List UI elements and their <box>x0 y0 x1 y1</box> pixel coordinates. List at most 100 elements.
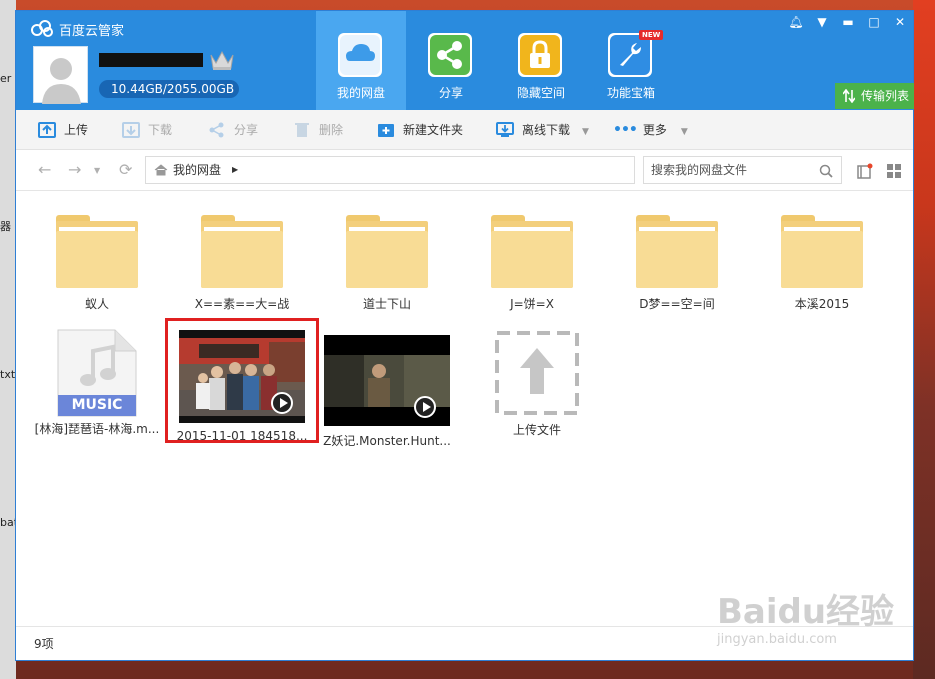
breadcrumb-arrow-icon[interactable]: ▶ <box>232 157 238 183</box>
delete-button[interactable]: 删除 <box>293 110 343 150</box>
maximize-icon[interactable]: □ <box>861 11 887 33</box>
lock-icon <box>518 33 562 77</box>
play-icon[interactable] <box>414 396 436 418</box>
watermark-subtext: jingyan.baidu.com <box>717 632 837 647</box>
home-icon <box>154 164 168 176</box>
item-name: [林海]琵琶语-林海.m... <box>34 422 160 436</box>
tab-label: 隐藏空间 <box>516 86 565 100</box>
music-file-item[interactable]: MUSIC [林海]琵琶语-林海.m... <box>27 329 167 437</box>
more-dots-icon: ••• <box>613 122 638 138</box>
search-input[interactable]: 搜索我的网盘文件 <box>643 156 842 184</box>
desktop-label: txt <box>0 368 16 381</box>
item-name: 上传文件 <box>512 423 561 437</box>
download-icon <box>122 121 140 138</box>
tab-label: 我的网盘 <box>336 86 385 100</box>
dropdown-caret-icon[interactable]: ▼ <box>582 127 589 137</box>
refresh-icon[interactable]: ⟳ <box>119 160 132 179</box>
folder-item[interactable]: X==素==大=战 <box>172 215 312 312</box>
tab-share[interactable]: 分享 <box>406 11 496 110</box>
item-name: X==素==大=战 <box>194 297 290 311</box>
close-icon[interactable]: ✕ <box>887 11 913 33</box>
menu-dropdown-icon[interactable]: ▼ <box>809 11 835 33</box>
baidu-cloud-logo-icon <box>31 20 53 37</box>
desktop-label: bat <box>0 516 16 529</box>
app-window: 百度云管家 10.44GB/2055.00GB 我的网盘 分享 隐藏空间 NEW… <box>15 10 914 661</box>
play-icon[interactable] <box>271 392 293 414</box>
item-name: 道士下山 <box>362 297 411 311</box>
forward-arrow-icon[interactable]: → <box>68 160 81 179</box>
transfer-list-button[interactable]: 传输列表 <box>835 83 914 109</box>
item-count: 9项 <box>34 637 54 651</box>
item-name: 2015-11-01 184518... <box>176 429 308 443</box>
folder-icon <box>781 215 863 288</box>
transfer-list-label: 传输列表 <box>861 89 910 103</box>
list-view-icon[interactable] <box>857 163 873 179</box>
video-thumbnail <box>324 335 450 426</box>
share-button[interactable]: 分享 <box>208 110 258 150</box>
folder-item[interactable]: J=饼=X <box>462 215 602 312</box>
folder-item[interactable]: 道士下山 <box>317 215 457 312</box>
download-label: 下载 <box>148 123 173 137</box>
new-badge: NEW <box>639 30 664 40</box>
item-name: 本溪2015 <box>794 297 850 311</box>
username-redacted <box>99 53 203 67</box>
folder-item[interactable]: 本溪2015 <box>752 215 892 312</box>
tab-my-drive[interactable]: 我的网盘 <box>316 11 406 110</box>
upload-icon <box>38 121 56 138</box>
video-thumbnail <box>179 330 305 423</box>
new-folder-label: 新建文件夹 <box>403 123 464 137</box>
minimize-icon[interactable]: ▬ <box>835 11 861 33</box>
file-grid: 蚁人 X==素==大=战 道士下山 J=饼=X D梦==空=间 本溪2015 M… <box>16 192 913 626</box>
app-title: 百度云管家 <box>59 24 125 39</box>
tab-hidden-space[interactable]: 隐藏空间 <box>496 11 586 110</box>
desktop-edge-right <box>913 0 935 679</box>
delete-label: 删除 <box>319 123 344 137</box>
tab-label: 分享 <box>438 86 463 100</box>
back-arrow-icon[interactable]: ← <box>38 160 51 179</box>
baidu-jingyan-watermark: Baidu经验 jingyan.baidu.com <box>715 570 895 660</box>
more-label: 更多 <box>642 123 667 137</box>
music-file-icon: MUSIC <box>57 329 137 417</box>
folder-icon <box>201 215 283 288</box>
item-name: 蚁人 <box>84 297 109 311</box>
offline-download-button[interactable]: 离线下载 ▼ <box>496 110 589 150</box>
item-name: D梦==空=间 <box>639 297 715 311</box>
share-icon <box>428 33 472 77</box>
item-name: J=饼=X <box>510 297 554 311</box>
desktop-label: 器 <box>0 220 11 233</box>
new-folder-icon <box>378 123 394 137</box>
history-dropdown-icon[interactable]: ▼ <box>94 166 100 175</box>
upload-file-item[interactable]: 上传文件 <box>467 330 607 438</box>
video-file-item[interactable]: Z妖记.Monster.Hunt... <box>317 335 457 449</box>
avatar[interactable] <box>33 46 88 104</box>
address-bar: ← → ▼ ⟳ 我的网盘 ▶ 搜索我的网盘文件 <box>16 151 913 191</box>
folder-item[interactable]: D梦==空=间 <box>607 215 747 312</box>
tab-label: 功能宝箱 <box>606 86 655 100</box>
download-button[interactable]: 下载 <box>122 110 172 150</box>
window-controls: 🔔︎ ▼ ▬ □ ✕ <box>783 11 913 33</box>
breadcrumb[interactable]: 我的网盘 ▶ <box>145 156 635 184</box>
desktop-edge-left: er 器 txt bat <box>0 0 16 679</box>
folder-icon <box>636 215 718 288</box>
user-silhouette-icon <box>42 58 81 104</box>
upload-button[interactable]: 上传 <box>38 110 88 150</box>
title-bar: 百度云管家 10.44GB/2055.00GB 我的网盘 分享 隐藏空间 NEW… <box>16 11 914 110</box>
share-small-icon <box>209 122 224 137</box>
new-folder-button[interactable]: 新建文件夹 <box>377 110 463 150</box>
upload-label: 上传 <box>64 123 89 137</box>
cloud-drive-icon <box>338 33 382 77</box>
search-icon[interactable] <box>819 164 833 178</box>
grid-view-icon[interactable] <box>886 163 902 179</box>
breadcrumb-current[interactable]: 我的网盘 <box>173 157 221 183</box>
notification-bell-icon[interactable]: 🔔︎ <box>783 11 809 33</box>
more-button[interactable]: ••• 更多 ▼ <box>613 110 688 150</box>
vip-crown-icon[interactable] <box>209 49 235 71</box>
folder-item[interactable]: 蚁人 <box>27 215 167 312</box>
folder-icon <box>56 215 138 288</box>
tab-toolbox[interactable]: NEW 功能宝箱 <box>586 11 676 110</box>
video-file-item-selected[interactable]: 2015-11-01 184518... <box>165 318 319 443</box>
toolbar: 上传 下载 分享 删除 新建文件夹 离线下载 ▼ ••• 更多 ▼ <box>16 110 913 150</box>
storage-usage: 10.44GB/2055.00GB <box>99 80 239 98</box>
watermark-text: Baidu经验 <box>717 592 895 632</box>
dropdown-caret-icon[interactable]: ▼ <box>681 127 688 137</box>
